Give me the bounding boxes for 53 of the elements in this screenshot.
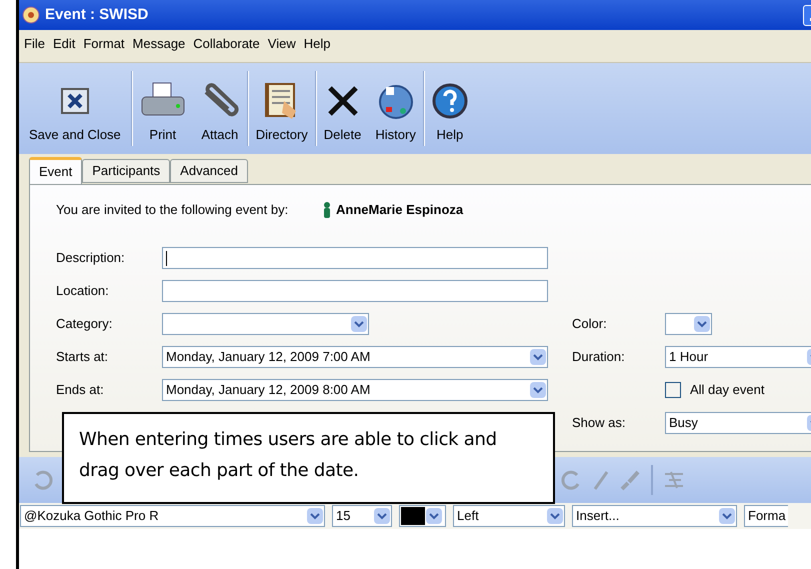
delete-x-icon bbox=[326, 84, 360, 118]
field-label: Starts at: bbox=[56, 348, 110, 366]
field-label: Color: bbox=[572, 315, 608, 334]
toolbar-button[interactable]: Save and Close bbox=[19, 69, 131, 148]
pen-icon[interactable] bbox=[591, 469, 611, 491]
field-label: Description: bbox=[56, 249, 126, 268]
format-clear-icon[interactable] bbox=[663, 470, 685, 490]
menu-item[interactable]: File bbox=[20, 34, 49, 54]
toolbar-button[interactable]: Delete bbox=[316, 69, 368, 148]
help-icon bbox=[432, 82, 468, 118]
tab[interactable]: Participants bbox=[82, 159, 170, 183]
description-field[interactable] bbox=[162, 247, 548, 269]
menu-item[interactable]: Edit bbox=[48, 34, 80, 54]
menu-item[interactable]: Format bbox=[79, 34, 129, 54]
window-title: Event : SWISD bbox=[45, 4, 150, 25]
category-dropdown[interactable] bbox=[162, 313, 369, 335]
all-day-checkbox[interactable]: All day event bbox=[665, 380, 764, 400]
menu-item[interactable]: Collaborate bbox=[189, 34, 264, 54]
toolbar-button[interactable]: Print bbox=[132, 69, 193, 148]
color-dropdown[interactable] bbox=[665, 313, 712, 335]
menu-item[interactable]: View bbox=[264, 34, 300, 54]
menu-item[interactable]: Message bbox=[128, 34, 190, 54]
alignment-dropdown[interactable]: Left bbox=[453, 505, 565, 527]
close-icon bbox=[60, 86, 90, 114]
brush-icon[interactable] bbox=[619, 469, 641, 491]
person-icon bbox=[322, 202, 332, 218]
location-field[interactable] bbox=[162, 280, 548, 302]
start-date-dropdown[interactable]: Monday, January 12, 2009 7:00 AM bbox=[162, 346, 548, 368]
checkbox[interactable] bbox=[665, 382, 681, 398]
insert-dropdown[interactable]: Insert... bbox=[572, 505, 737, 527]
field-label: Duration: bbox=[572, 348, 626, 366]
toolbar-button[interactable]: Help bbox=[424, 69, 475, 148]
field-label: Ends at: bbox=[56, 381, 105, 400]
invitation-text: You are invited to the following event by: bbox=[56, 201, 290, 220]
field-label: Show as: bbox=[572, 414, 626, 432]
toolbar-button[interactable]: Attach bbox=[192, 69, 247, 148]
organizer-name: AnneMarie Espinoza bbox=[336, 201, 464, 220]
callout: When entering times users are able to click and drag over each part of the date. bbox=[62, 412, 555, 504]
field-label: Location: bbox=[56, 282, 110, 300]
end-date-dropdown[interactable]: Monday, January 12, 2009 8:00 AM bbox=[162, 379, 548, 401]
format-dropdown[interactable]: Forma bbox=[744, 505, 788, 527]
font-dropdown[interactable]: @Kozuka Gothic Pro R bbox=[20, 505, 325, 527]
menu-item[interactable]: Help bbox=[300, 34, 334, 54]
show-as-dropdown[interactable]: Busy bbox=[665, 412, 811, 434]
font-size-dropdown[interactable]: 15 bbox=[332, 505, 392, 527]
toolbar-button[interactable]: History bbox=[368, 69, 423, 148]
tab[interactable]: Event bbox=[29, 157, 82, 184]
duration-dropdown[interactable]: 1 Hour bbox=[665, 346, 811, 368]
text-color-dropdown[interactable] bbox=[399, 505, 446, 527]
field-label: Category: bbox=[56, 315, 114, 334]
toolbar-button[interactable]: Directory bbox=[248, 69, 315, 148]
app-icon bbox=[22, 6, 40, 24]
tab[interactable]: Advanced bbox=[170, 159, 248, 183]
